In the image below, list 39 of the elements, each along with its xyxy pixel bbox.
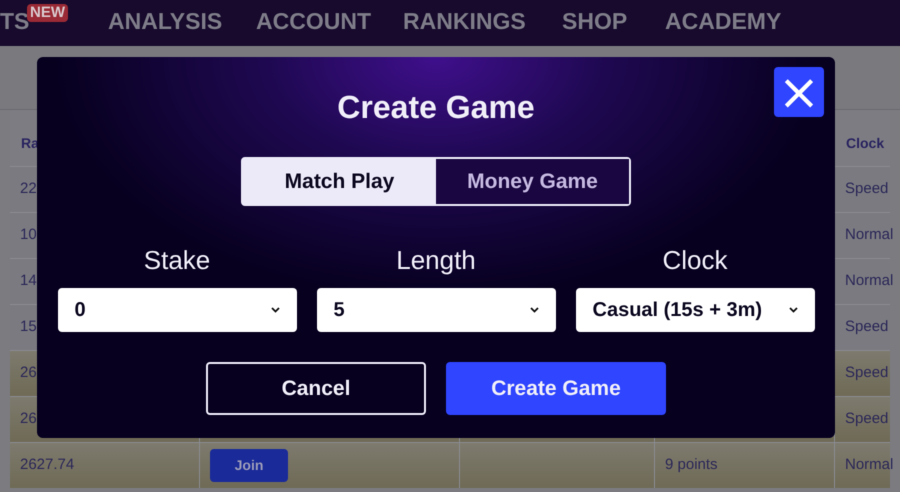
field-label: Length xyxy=(396,244,476,276)
field-label: Stake xyxy=(144,244,210,276)
cancel-button[interactable]: Cancel xyxy=(206,362,426,415)
chevron-down-icon xyxy=(530,307,538,313)
table-cell-text: 26 xyxy=(20,363,37,384)
mode-tab[interactable]: Money Game xyxy=(436,159,629,204)
dialog-title: Create Game xyxy=(337,88,535,127)
table-cell-text: 9 points xyxy=(665,455,718,476)
nav-link[interactable]: SHOP xyxy=(562,6,628,36)
table-cell-text: Speed xyxy=(845,179,888,200)
table-cell-text: 26 xyxy=(20,409,37,430)
table-cell-text: Speed xyxy=(845,317,888,338)
create-game-button[interactable]: Create Game xyxy=(446,362,666,415)
close-button[interactable]: × xyxy=(774,67,824,117)
join-button[interactable]: Join xyxy=(210,449,288,482)
table-cell-text: Normal xyxy=(845,271,894,292)
select-field[interactable]: 0 xyxy=(58,288,296,332)
table-cell-text: 15 xyxy=(20,317,37,338)
select-field[interactable]: 5 xyxy=(316,288,556,332)
table-cell-text: Speed xyxy=(845,363,888,384)
field-label: Clock xyxy=(662,244,728,276)
nav-link[interactable]: ANALYSIS xyxy=(108,6,222,36)
table-cell-text: 2627.74 xyxy=(20,455,74,476)
table-cell-text: Speed xyxy=(845,409,888,430)
nav-link[interactable]: TS xyxy=(0,6,30,36)
table-cell-text: Normal xyxy=(845,455,894,476)
chevron-down-icon xyxy=(270,307,280,313)
nav-link[interactable]: ACCOUNT xyxy=(256,6,371,36)
nav-link[interactable]: ACADEMY xyxy=(665,6,782,36)
new-badge: NEW xyxy=(27,4,68,22)
table-cell-text: 22 xyxy=(20,179,37,200)
mode-tab[interactable]: Match Play xyxy=(243,159,436,204)
table-cell-text: Normal xyxy=(845,225,894,246)
table-cell-text: 14 xyxy=(20,271,37,292)
column-header: Clock xyxy=(846,134,884,152)
table-cell-text: 10 xyxy=(20,225,37,246)
select-field[interactable]: Casual (15s + 3m) xyxy=(576,288,814,332)
nav-link[interactable]: RANKINGS xyxy=(403,6,526,36)
chevron-down-icon xyxy=(788,307,798,313)
